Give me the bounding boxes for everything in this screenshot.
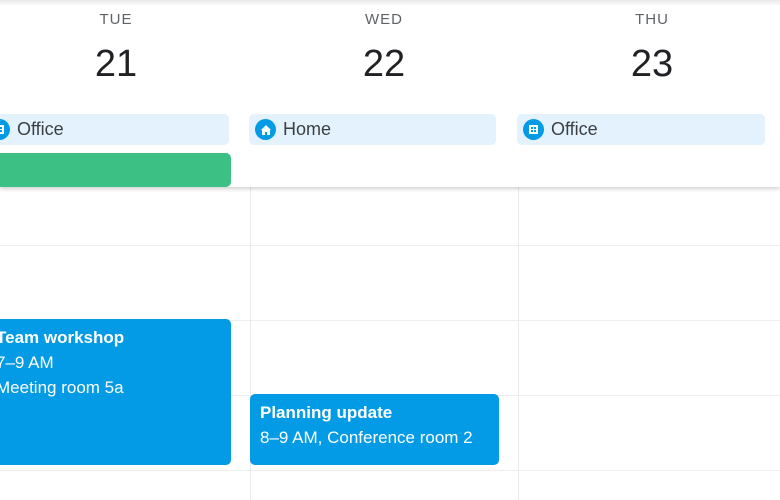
location-label: Home [283,119,332,139]
working-location-chip[interactable]: Home [249,114,496,145]
day-column-tue: TUE 21 Office [0,0,250,187]
event-title: Team workshop [0,328,125,347]
day-of-week: THU [635,11,669,28]
day-of-week: WED [365,11,403,28]
working-location-chip[interactable]: Office [0,114,229,145]
office-building-icon [523,119,544,140]
event-title: Planning update [260,403,393,422]
location-label: Office [551,119,598,139]
location-label: Office [17,119,64,139]
all-day-event[interactable] [0,153,231,187]
day-column-wed: WED 22 Home [249,0,518,187]
day-divider [518,170,519,500]
hour-line [0,245,780,246]
day-of-week: TUE [99,11,133,28]
office-building-icon [0,119,10,140]
home-icon [255,119,276,140]
event-details: 8–9 AM, Conference room 2 [260,428,473,447]
week-header: TUE 21 Office WED 22 Home THU 23 Office [0,0,780,187]
event-location: Meeting room 5a [0,378,124,397]
day-number[interactable]: 22 [250,43,518,86]
event-planning-update[interactable]: Planning update 8–9 AM, Conference room … [250,394,499,465]
hour-line [0,470,780,471]
day-column-thu: THU 23 Office [517,0,780,187]
day-number[interactable]: 23 [518,43,780,86]
working-location-chip[interactable]: Office [517,114,765,145]
event-team-workshop[interactable]: Team workshop 7–9 AM Meeting room 5a [0,319,231,465]
event-time: 7–9 AM [0,353,54,372]
day-number[interactable]: 21 [0,43,250,86]
